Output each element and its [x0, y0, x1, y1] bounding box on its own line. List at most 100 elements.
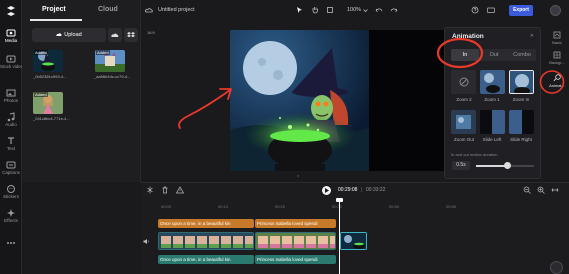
upload-cloud-icon [56, 32, 62, 36]
hand-icon[interactable] [311, 6, 319, 14]
voiceover-clip[interactable]: Once upon a time, in a beautiful kin [158, 255, 254, 264]
media-thumbnail[interactable]: Added [33, 50, 63, 72]
audio-icon [7, 112, 15, 122]
channel-watermark-logo [550, 261, 563, 274]
aspect-ratio-label[interactable]: 16:9 [147, 30, 155, 35]
animation-preview [509, 110, 534, 134]
animation-slide-right[interactable] [509, 110, 534, 134]
animation-zoom-2[interactable] [509, 70, 534, 94]
crop-frame-icon[interactable] [326, 6, 334, 14]
warning-icon[interactable] [176, 186, 184, 194]
media-thumbnail[interactable]: Added [33, 92, 63, 114]
rail-label: Audio [5, 122, 17, 127]
chevron-down-icon[interactable] [363, 8, 368, 13]
tab-combo[interactable]: Combo [508, 49, 536, 61]
rail-label: Stickers [2, 194, 19, 199]
redo-icon[interactable] [390, 6, 398, 14]
duration-label: In and out motion duration [451, 152, 498, 157]
animation-label: Zoom 1 [484, 97, 500, 102]
time-separator: | [361, 187, 363, 193]
filmstrip-image [341, 233, 366, 249]
upload-button[interactable]: Upload [32, 28, 106, 42]
media-tabs: Project Cloud [22, 0, 141, 22]
fit-timeline-icon[interactable] [551, 186, 559, 194]
rail-item-stock-videos[interactable]: Stock videos [0, 52, 26, 78]
duration-input[interactable]: 0.5s [452, 161, 470, 170]
mute-track-icon[interactable] [143, 238, 150, 245]
zoom-out-icon[interactable] [523, 186, 531, 194]
close-icon[interactable]: ✕ [530, 33, 534, 39]
help-icon[interactable] [471, 6, 479, 14]
rail-label: Backgr... [549, 60, 565, 65]
undo-icon[interactable] [375, 6, 383, 14]
media-thumbnail[interactable]: Added [95, 50, 125, 72]
video-preview[interactable] [230, 30, 369, 171]
rail-item-photos[interactable]: Photos [0, 86, 22, 112]
cloud-upload-button[interactable] [108, 28, 122, 42]
rail-item-effects[interactable]: Effects [0, 206, 22, 232]
none-icon [459, 77, 469, 87]
animation-zoom-out[interactable] [451, 110, 476, 134]
ruler-label: 00:40 [389, 204, 400, 209]
zoom-level[interactable]: 100% [347, 7, 361, 13]
ruler-label: 00:10 [218, 204, 229, 209]
playhead[interactable] [339, 200, 340, 274]
collapse-arrow-icon[interactable]: ⌃ [296, 175, 300, 181]
basic-icon [553, 31, 561, 39]
rail-item-stickers[interactable]: Stickers [0, 182, 22, 208]
animation-zoom-1[interactable] [480, 70, 505, 94]
animation-label: Zoom 2 [456, 97, 472, 102]
zoom-in-icon[interactable] [537, 186, 545, 194]
video-clip[interactable] [340, 232, 367, 250]
timeline: 00:29:08 | 00:33:22 00:00 00:10 00:20 00… [141, 182, 569, 274]
avatar[interactable] [550, 5, 561, 16]
animation-label: Slide Left [482, 137, 502, 142]
dropbox-button[interactable] [124, 28, 138, 42]
text-clip-label: Princess Isabella loved spendi [257, 221, 318, 226]
tab-project[interactable]: Project [42, 6, 66, 13]
text-clip[interactable]: Once upon a time, in a beautiful kin [158, 219, 254, 228]
video-clip[interactable] [255, 232, 336, 250]
current-time: 00:29:08 [338, 187, 358, 193]
duration-slider-fill [476, 165, 508, 167]
preview-image [230, 30, 369, 171]
rail-label: Media [4, 38, 18, 43]
upload-label: Upload [64, 32, 82, 38]
duration-slider-thumb[interactable] [504, 162, 512, 169]
rail-item-captions[interactable]: Captions [0, 158, 22, 184]
rail-item-audio[interactable]: Audio [0, 110, 22, 136]
project-title[interactable]: Untitled project [158, 7, 195, 13]
animation-slide-left[interactable] [480, 110, 505, 134]
video-clip[interactable] [158, 232, 254, 250]
delete-icon[interactable] [161, 186, 169, 194]
tab-cloud[interactable]: Cloud [98, 6, 118, 13]
select-pointer-icon[interactable] [296, 6, 304, 14]
annotation-circle-icon [539, 70, 565, 94]
animation-none[interactable] [451, 70, 476, 94]
animation-preview [480, 110, 505, 134]
rail-item-text[interactable]: Text [0, 134, 22, 160]
voiceover-clip-label: Once upon a time, in a beautiful kin [160, 257, 231, 262]
voiceover-clip[interactable]: Princess Isabella loved spendi [255, 255, 336, 264]
play-button[interactable] [322, 186, 331, 195]
annotation-arrow-icon [178, 88, 232, 129]
animation-label: Slide Right [510, 137, 532, 142]
rail-item-media[interactable]: Media [0, 26, 22, 52]
app-logo-icon[interactable] [4, 4, 18, 18]
more-icon[interactable] [6, 238, 16, 248]
voiceover-clip-label: Princess Isabella loved spendi [257, 257, 318, 262]
ruler-label: 00:00 [161, 204, 172, 209]
added-badge: Added [34, 50, 48, 55]
media-panel: Project Cloud Upload Added _0b5238f-c993… [22, 0, 141, 182]
keyboard-icon[interactable] [487, 6, 495, 14]
filmstrip-image [159, 233, 253, 249]
thumbnail-caption: _aa96b44c-cc79-4... [94, 74, 131, 79]
rail-item-background[interactable]: Backgr... [545, 51, 569, 65]
thumbnail-caption: _0b5238f-c993-4... [33, 74, 67, 79]
split-icon[interactable] [146, 186, 154, 194]
cloud-save-icon[interactable] [145, 6, 153, 14]
text-clip[interactable]: Princess Isabella loved spendi [255, 219, 336, 228]
export-button[interactable]: Export [509, 5, 533, 16]
annotation-circle-icon [436, 37, 484, 69]
rail-item-basic[interactable]: Basic [545, 31, 569, 45]
